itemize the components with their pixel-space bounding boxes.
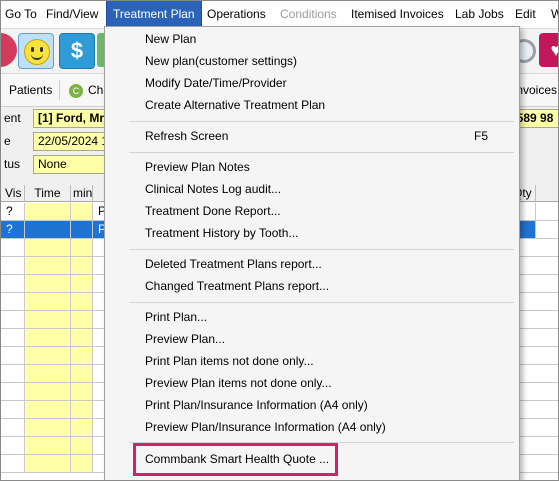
cell-vis: ? bbox=[1, 203, 25, 220]
menu-item-preview-plan-notes[interactable]: Preview Plan Notes bbox=[145, 157, 250, 177]
menu-item-preview-insurance[interactable]: Preview Plan/Insurance Information (A4 o… bbox=[145, 417, 386, 437]
cell-time bbox=[25, 221, 71, 238]
menu-item-preview-plan[interactable]: Preview Plan... bbox=[145, 329, 225, 349]
menu-item-deleted-plans-report[interactable]: Deleted Treatment Plans report... bbox=[145, 254, 322, 274]
menu-window[interactable]: Wind bbox=[545, 1, 558, 28]
menu-go-to[interactable]: Go To bbox=[1, 1, 43, 28]
menu-lab-jobs[interactable]: Lab Jobs bbox=[449, 1, 510, 28]
treatment-plan-menu: New Plan New plan(customer settings) Mod… bbox=[104, 26, 520, 480]
refresh-shortcut: F5 bbox=[474, 129, 489, 143]
tab-divider bbox=[59, 80, 60, 100]
menu-item-print-plan[interactable]: Print Plan... bbox=[145, 307, 207, 327]
status-label: tus bbox=[4, 157, 21, 171]
menu-item-refresh-screen[interactable]: Refresh Screen bbox=[145, 126, 228, 146]
menu-separator bbox=[129, 152, 514, 153]
column-header-time[interactable]: Time bbox=[25, 185, 71, 202]
cell-min bbox=[71, 203, 93, 220]
app-icon[interactable] bbox=[1, 33, 17, 67]
cell-time bbox=[25, 203, 71, 220]
menu-item-modify-date[interactable]: Modify Date/Time/Provider bbox=[145, 73, 287, 93]
menu-conditions: Conditions bbox=[280, 7, 337, 21]
menu-item-create-alternative[interactable]: Create Alternative Treatment Plan bbox=[145, 95, 325, 115]
date-label: e bbox=[4, 134, 11, 148]
smiley-icon[interactable] bbox=[18, 33, 54, 69]
menu-item-new-plan[interactable]: New Plan bbox=[145, 29, 196, 49]
application-window: Go To Find/View Treatment Plan Operation… bbox=[0, 0, 559, 481]
column-header-min[interactable]: min bbox=[71, 185, 93, 202]
column-header-extra bbox=[536, 185, 558, 202]
menu-treatment-plan[interactable]: Treatment Plan bbox=[106, 1, 202, 29]
menu-item-new-plan-customer[interactable]: New plan(customer settings) bbox=[145, 51, 297, 71]
menu-item-preview-items-not-done[interactable]: Preview Plan items not done only... bbox=[145, 373, 332, 393]
menu-item-treatment-history-tooth[interactable]: Treatment History by Tooth... bbox=[145, 223, 298, 243]
menu-item-print-items-not-done[interactable]: Print Plan items not done only... bbox=[145, 351, 314, 371]
tab-patients[interactable]: Patients bbox=[3, 78, 58, 102]
menu-find-view[interactable]: Find/View bbox=[40, 1, 104, 28]
menu-bar: Go To Find/View Treatment Plan Operation… bbox=[1, 1, 558, 29]
menu-separator bbox=[129, 249, 514, 250]
menu-separator bbox=[129, 302, 514, 303]
cell-min bbox=[71, 221, 93, 238]
column-header-vis[interactable]: Vis bbox=[1, 185, 25, 202]
tooth-icon[interactable]: ♥ bbox=[539, 33, 558, 67]
menu-item-clinical-notes-log[interactable]: Clinical Notes Log audit... bbox=[145, 179, 281, 199]
menu-edit[interactable]: Edit bbox=[509, 1, 542, 28]
highlight-box bbox=[133, 443, 338, 476]
menu-item-changed-plans-report[interactable]: Changed Treatment Plans report... bbox=[145, 276, 329, 296]
cell-vis: ? bbox=[1, 221, 25, 238]
menu-operations[interactable]: Operations bbox=[201, 1, 272, 28]
dollar-icon[interactable]: $ bbox=[59, 33, 95, 69]
patient-label: ent bbox=[4, 111, 21, 125]
menu-itemised-invoices[interactable]: Itemised Invoices bbox=[345, 1, 450, 28]
menu-separator bbox=[129, 121, 514, 122]
menu-item-treatment-done-report[interactable]: Treatment Done Report... bbox=[145, 201, 281, 221]
chart-tab-icon: C bbox=[69, 83, 83, 98]
menu-item-print-insurance[interactable]: Print Plan/Insurance Information (A4 onl… bbox=[145, 395, 368, 415]
